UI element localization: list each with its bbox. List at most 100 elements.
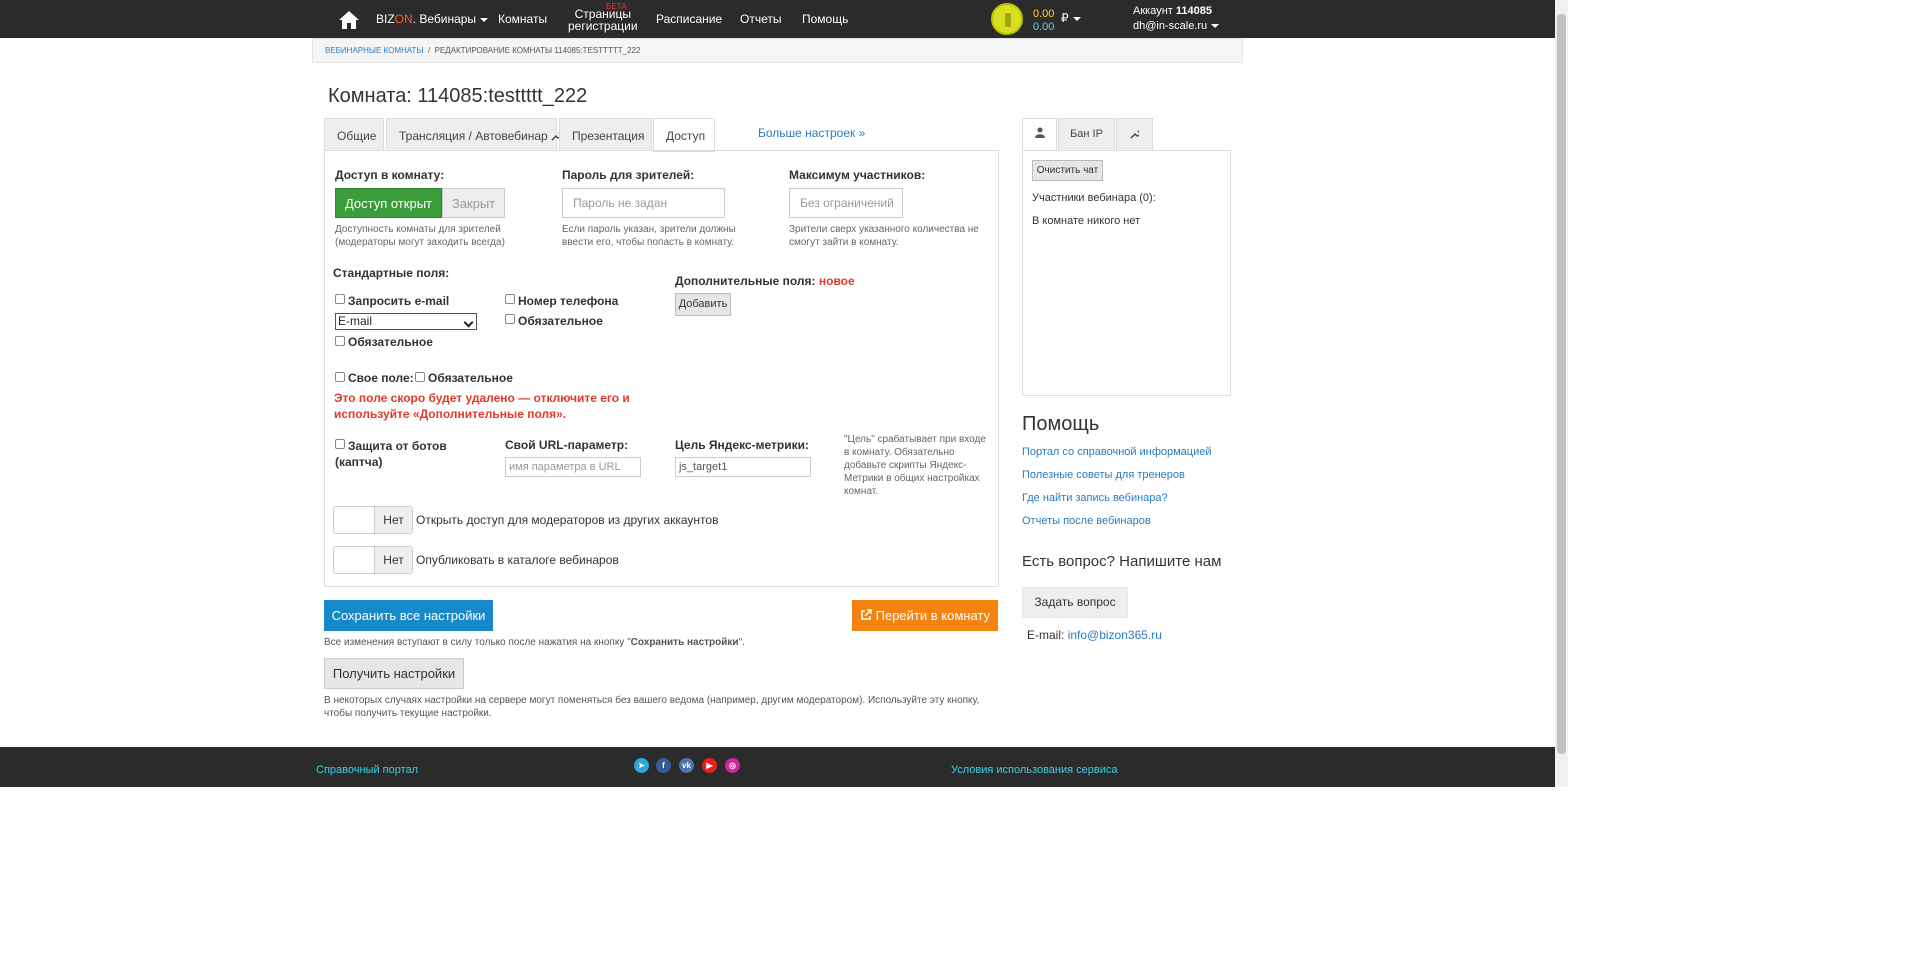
telegram-icon[interactable]: ➤ bbox=[634, 758, 649, 773]
add-field-button[interactable]: Добавить bbox=[675, 293, 731, 316]
coin-icon[interactable] bbox=[991, 3, 1023, 35]
access-label: Доступ в комнату: bbox=[335, 168, 445, 182]
participants-empty: В комнате никого нет bbox=[1032, 215, 1141, 227]
tab-presentation[interactable]: Презентация bbox=[559, 118, 652, 151]
help-link-reports[interactable]: Отчеты после вебинаров bbox=[1022, 515, 1151, 527]
access-help: Доступность комнаты для зрителей (модерат… bbox=[335, 224, 505, 248]
tab-general[interactable]: Общие bbox=[324, 118, 384, 151]
password-label: Пароль для зрителей: bbox=[562, 168, 695, 182]
balance-main: 0.00 bbox=[1033, 8, 1055, 20]
youtube-icon[interactable]: ▶ bbox=[702, 758, 717, 773]
support-email-link[interactable]: info@bizon365.ru bbox=[1068, 628, 1162, 642]
moderators-access-label: Открыть доступ для модераторов из других… bbox=[416, 513, 719, 527]
own-field-required-label: Обязательное bbox=[428, 371, 513, 385]
tab-broadcast[interactable]: Трансляция / Автовебинар bbox=[386, 118, 561, 151]
help-link-recording[interactable]: Где найти запись вебинара? bbox=[1022, 492, 1168, 504]
toggle-state: Нет bbox=[374, 507, 412, 533]
email-select[interactable]: E-mail bbox=[335, 313, 477, 330]
tab-room-tools[interactable] bbox=[1116, 118, 1153, 151]
tab-ban-ip[interactable]: Бан IP bbox=[1058, 118, 1115, 151]
max-participants-input[interactable]: Без ограничений bbox=[789, 188, 903, 218]
breadcrumb-current: РЕДАКТИРОВАНИЕ КОМНАТЫ 114085:TESTTTTT_2… bbox=[434, 46, 641, 55]
breadcrumb-rooms-link[interactable]: ВЕБИНАРНЫЕ КОМНАТЫ bbox=[325, 46, 423, 55]
own-field-label: Свое поле: bbox=[348, 371, 414, 385]
ask-question-button[interactable]: Задать вопрос bbox=[1022, 587, 1128, 618]
user-icon bbox=[1034, 127, 1045, 138]
external-link-icon bbox=[861, 609, 872, 620]
chevron-down-icon bbox=[480, 17, 489, 22]
clear-chat-button[interactable]: Очистить чат bbox=[1032, 160, 1103, 181]
help-link-portal[interactable]: Портал со справочной информацией bbox=[1022, 446, 1212, 458]
nav-help[interactable]: Помощь bbox=[802, 12, 848, 26]
catalog-publish-toggle[interactable]: Нет bbox=[333, 546, 413, 574]
phone-required-label: Обязательное bbox=[518, 314, 603, 328]
max-participants-label: Максимум участников: bbox=[789, 168, 926, 182]
get-settings-note: В некоторых случаях настройки на сервере… bbox=[324, 695, 980, 719]
home-icon[interactable] bbox=[338, 10, 360, 30]
metrika-label: Цель Яндекс-метрики: bbox=[675, 438, 809, 452]
nav-rooms[interactable]: Комнаты bbox=[498, 12, 547, 26]
instagram-icon[interactable]: ◎ bbox=[725, 758, 740, 773]
phone-required-checkbox[interactable] bbox=[505, 314, 515, 324]
facebook-icon[interactable]: f bbox=[656, 758, 671, 773]
go-to-room-button[interactable]: Перейти в комнату bbox=[852, 600, 998, 631]
nav-registration-pages[interactable]: Страницы регистрации bbox=[568, 8, 638, 32]
access-open-button[interactable]: Доступ открыт bbox=[335, 188, 442, 218]
email-required-checkbox[interactable] bbox=[335, 336, 345, 346]
extra-fields-label: Дополнительные поля: новое bbox=[675, 274, 855, 288]
password-help: Если пароль указан, зрители должны ввести… bbox=[562, 224, 736, 248]
captcha-label: Защита от ботов (каптча) bbox=[335, 439, 447, 469]
beta-badge: БЕТА bbox=[606, 2, 627, 11]
top-navbar: BIZON. Вебинары Комнаты Страницы регистра… bbox=[0, 0, 1555, 38]
save-all-button[interactable]: Сохранить все настройки bbox=[324, 600, 493, 631]
access-closed-button[interactable]: Закрыт bbox=[442, 188, 505, 218]
email-required-label: Обязательное bbox=[348, 335, 433, 349]
tab-access[interactable]: Доступ bbox=[653, 118, 715, 152]
catalog-publish-label: Опубликовать в каталоге вебинаров bbox=[416, 553, 619, 567]
new-badge: новое bbox=[818, 274, 855, 288]
save-note: Все изменения вступают в силу только пос… bbox=[324, 637, 745, 648]
own-field-warning: Это поле скоро будет удалено — отключите… bbox=[334, 391, 630, 421]
footer-help-portal-link[interactable]: Справочный портал bbox=[316, 764, 418, 776]
participants-panel bbox=[1022, 150, 1231, 396]
url-param-input[interactable]: имя параметра в URL bbox=[505, 457, 641, 477]
wrench-icon bbox=[1130, 130, 1139, 139]
metrika-input[interactable]: js_target1 bbox=[675, 457, 811, 477]
toggle-state: Нет bbox=[374, 547, 412, 573]
own-field-checkbox[interactable] bbox=[335, 372, 345, 382]
password-input[interactable]: Пароль не задан bbox=[562, 188, 725, 218]
standard-fields-label: Стандартные поля: bbox=[333, 266, 450, 280]
breadcrumb: ВЕБИНАРНЫЕ КОМНАТЫ / РЕДАКТИРОВАНИЕ КОМН… bbox=[312, 38, 1243, 63]
chevron-down-icon bbox=[1072, 16, 1081, 21]
metrika-help: "Цель" срабатывает при входе в комнату. О… bbox=[844, 434, 986, 497]
request-email-label: Запросить e-mail bbox=[348, 294, 450, 308]
moderators-access-toggle[interactable]: Нет bbox=[333, 506, 413, 534]
chevron-down-icon bbox=[1211, 24, 1220, 29]
more-settings-link[interactable]: Больше настроек » bbox=[758, 126, 865, 140]
currency-menu[interactable]: ₽ bbox=[1061, 11, 1081, 25]
breadcrumb-separator: / bbox=[427, 46, 431, 55]
url-param-label: Свой URL-параметр: bbox=[505, 438, 629, 452]
participants-count: Участники вебинара (0): bbox=[1032, 192, 1156, 204]
get-settings-button[interactable]: Получить настройки bbox=[324, 658, 464, 689]
help-title: Помощь bbox=[1022, 413, 1100, 435]
account-menu[interactable]: dh@in-scale.ru bbox=[1133, 20, 1220, 32]
max-participants-help: Зрители сверх указанного количества не см… bbox=[789, 224, 979, 248]
footer-terms-link[interactable]: Условия использования сервиса bbox=[951, 764, 1118, 776]
scrollbar-thumb[interactable] bbox=[1557, 14, 1566, 754]
balance-bonus: 0.00 bbox=[1033, 21, 1055, 33]
help-link-tips[interactable]: Полезные советы для тренеров bbox=[1022, 469, 1185, 481]
ask-title: Есть вопрос? Напишите нам bbox=[1022, 553, 1222, 570]
request-email-checkbox[interactable] bbox=[335, 294, 345, 304]
nav-schedule[interactable]: Расписание bbox=[656, 12, 722, 26]
brand-menu[interactable]: BIZON. Вебинары bbox=[376, 12, 489, 26]
support-email: E-mail: info@bizon365.ru bbox=[1027, 628, 1162, 642]
own-field-required-checkbox[interactable] bbox=[415, 372, 425, 382]
phone-label: Номер телефона bbox=[518, 294, 619, 308]
vk-icon[interactable]: vk bbox=[679, 758, 694, 773]
phone-checkbox[interactable] bbox=[505, 294, 515, 304]
tab-participants[interactable] bbox=[1022, 118, 1057, 151]
footer: Справочный портал Условия использования … bbox=[0, 747, 1555, 787]
account-label: Аккаунт 114085 bbox=[1133, 5, 1212, 17]
nav-reports[interactable]: Отчеты bbox=[740, 12, 781, 26]
